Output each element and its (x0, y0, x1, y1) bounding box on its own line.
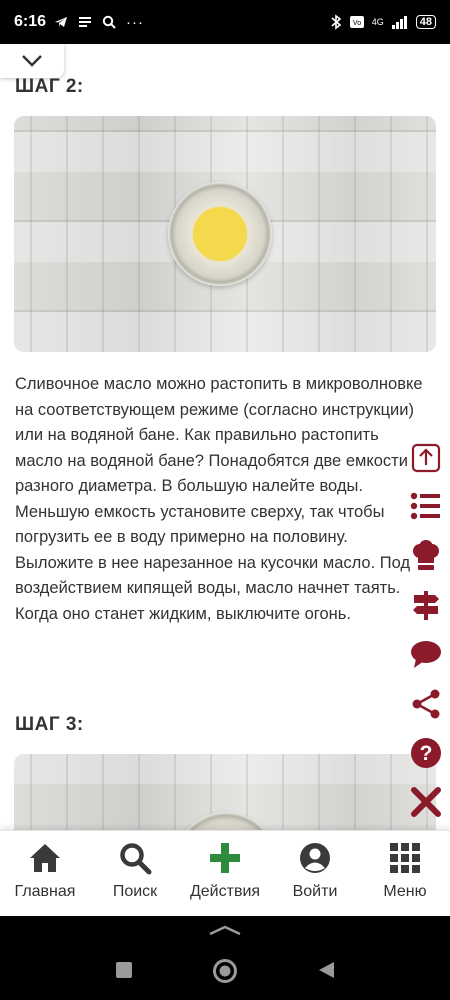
nav-search-label: Поиск (112, 883, 158, 900)
plus-icon (210, 843, 240, 873)
nav-menu[interactable]: Меню (360, 831, 450, 916)
nav-home[interactable]: Главная (0, 831, 90, 916)
system-navigation-bar (0, 916, 450, 1000)
scroll-top-button[interactable] (408, 440, 444, 476)
chef-hat-icon (413, 540, 439, 570)
search-icon (120, 843, 152, 875)
battery-indicator: 48 (415, 15, 436, 29)
nav-home-label: Главная (14, 883, 76, 900)
collapse-button[interactable] (0, 44, 64, 78)
help-icon: ? (411, 738, 441, 768)
step-2-image (14, 116, 436, 352)
nav-login[interactable]: Войти (270, 831, 360, 916)
svg-text:Vo: Vo (353, 20, 361, 27)
recents-button-icon[interactable] (114, 960, 134, 980)
nav-search[interactable]: Поиск (90, 831, 180, 916)
step-3-bowl (174, 812, 278, 830)
step-2-text: Сливочное масло можно растопить в микров… (15, 375, 423, 623)
user-icon (300, 843, 330, 873)
svg-text:?: ? (420, 742, 433, 765)
status-bar: 6:16 ··· Vo 4G 48 (0, 0, 450, 44)
signal-icon (391, 16, 407, 29)
home-button-icon[interactable] (212, 958, 238, 984)
comment-icon (411, 641, 441, 668)
close-button[interactable] (408, 784, 444, 820)
comments-button[interactable] (408, 636, 444, 672)
nav-actions[interactable]: Действия (180, 831, 270, 916)
article-content: ШАГ 2: Сливочное масло можно растопить в… (0, 44, 450, 830)
status-time: 6:16 (14, 13, 47, 30)
nav-actions-label: Действия (189, 883, 261, 900)
gesture-handle-icon[interactable] (208, 924, 242, 936)
share-icon (412, 689, 440, 719)
nav-login-label: Войти (292, 883, 338, 900)
notes-icon (79, 17, 92, 27)
butter-bowl (168, 182, 272, 286)
close-icon (411, 787, 441, 817)
list-icon (410, 492, 440, 520)
step-2-heading: ШАГ 2: (15, 76, 84, 97)
volte-icon: Vo (349, 16, 364, 28)
back-button-icon[interactable] (316, 960, 336, 980)
step-3-heading: ШАГ 3: (15, 714, 84, 735)
directions-button[interactable] (408, 587, 444, 623)
network-type: 4G (371, 17, 384, 27)
share-button[interactable] (408, 686, 444, 722)
chef-button[interactable] (408, 537, 444, 573)
arrow-up-icon (411, 443, 441, 473)
search-status-icon (102, 15, 116, 29)
bottom-navigation: Главная Поиск Действия Войти Меню (0, 830, 450, 916)
more-icon: ··· (126, 13, 145, 31)
home-icon (30, 844, 60, 872)
nav-menu-label: Меню (383, 883, 427, 900)
telegram-icon (55, 17, 68, 27)
signpost-icon (413, 591, 439, 620)
contents-button[interactable] (408, 488, 444, 524)
help-button[interactable]: ? (408, 735, 444, 771)
grid-icon (390, 843, 420, 873)
chevron-down-icon (22, 55, 42, 67)
step-3-image (14, 754, 436, 830)
bluetooth-icon (331, 14, 342, 30)
